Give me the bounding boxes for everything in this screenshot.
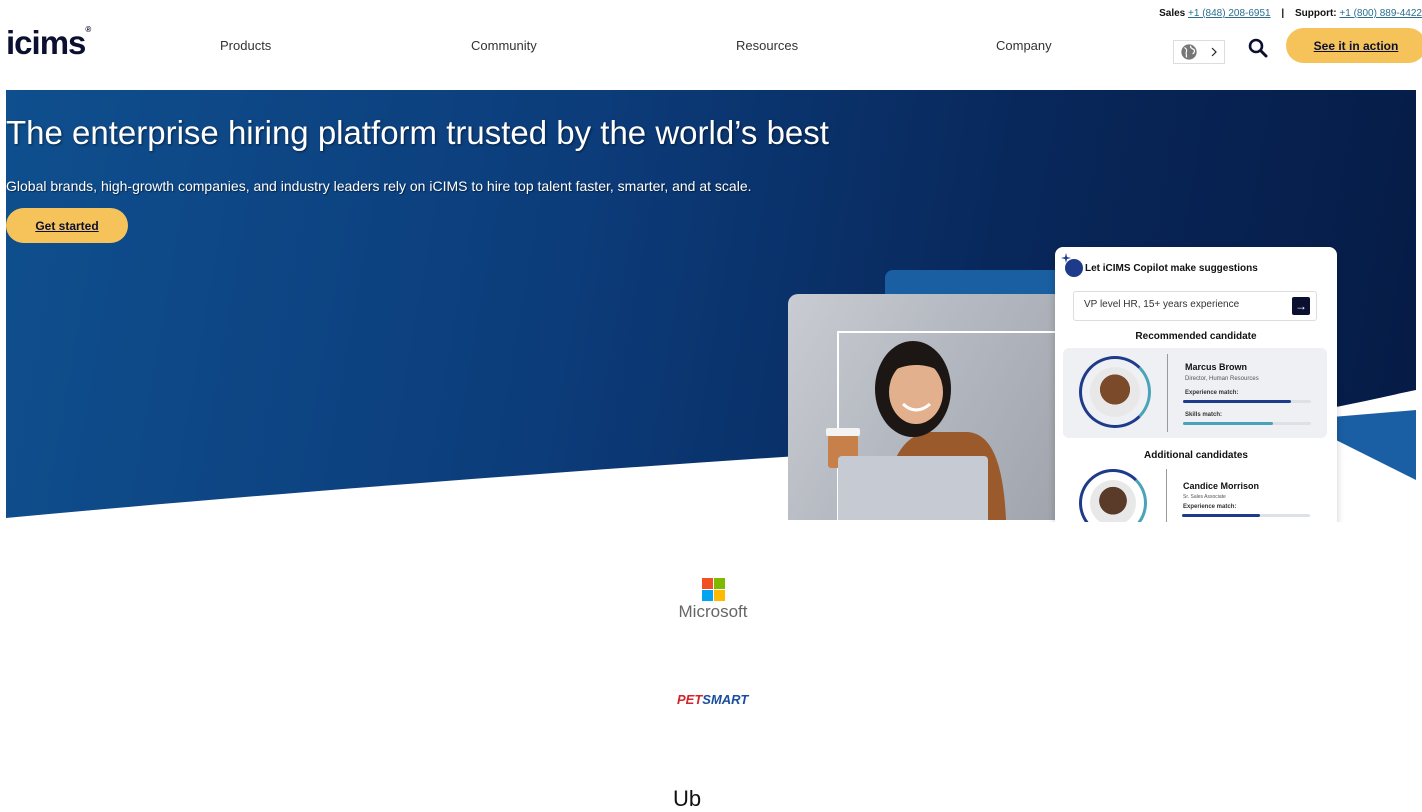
avatar — [1090, 480, 1136, 522]
recommended-candidate-card[interactable]: Marcus Brown Director, Human Resources E… — [1063, 348, 1327, 438]
candidate-role: Director, Human Resources — [1185, 376, 1259, 382]
copilot-heading: Let iCIMS Copilot make suggestions — [1085, 263, 1258, 274]
skills-match-bar — [1183, 422, 1311, 425]
language-selector[interactable] — [1173, 40, 1225, 64]
experience-match-label: Experience match: — [1185, 390, 1239, 396]
hero-photo — [788, 294, 1078, 520]
hero-title: The enterprise hiring platform trusted b… — [6, 114, 829, 151]
microsoft-logo: Microsoft — [673, 578, 753, 622]
nav-company[interactable]: Company — [996, 38, 1052, 53]
candidate-name: Candice Morrison — [1183, 481, 1260, 491]
nav-resources[interactable]: Resources — [736, 38, 798, 53]
woman-with-laptop-illustration — [826, 331, 1078, 520]
candidate-role: Sr. Sales Associate — [1183, 494, 1226, 500]
candidate-name: Marcus Brown — [1185, 362, 1248, 372]
search-icon — [1248, 38, 1268, 58]
experience-match-bar — [1183, 400, 1311, 403]
copilot-card: Let iCIMS Copilot make suggestions VP le… — [1055, 247, 1337, 522]
search-button[interactable] — [1248, 38, 1270, 60]
additional-heading: Additional candidates — [1144, 450, 1248, 461]
experience-match-bar — [1182, 514, 1310, 517]
petsmart-logo: PETSMART — [677, 692, 748, 707]
microsoft-wordmark: Microsoft — [678, 602, 748, 621]
chevron-right-icon — [1211, 47, 1217, 57]
logo-text: icims — [6, 24, 86, 61]
support-phone-link[interactable]: +1 (800) 889-4422 — [1339, 8, 1422, 19]
nav-products[interactable]: Products — [220, 38, 271, 53]
avatar — [1090, 367, 1140, 417]
see-it-in-action-button[interactable]: See it in action — [1286, 28, 1422, 63]
sales-phone-link[interactable]: +1 (848) 208-6951 — [1188, 8, 1271, 19]
next-section-heading-peek: Ub — [673, 786, 702, 811]
petsmart-smart: SMART — [702, 692, 749, 707]
experience-match-label: Experience match: — [1183, 504, 1237, 510]
get-started-button[interactable]: Get started — [6, 208, 128, 243]
support-label: Support: — [1294, 8, 1337, 19]
microsoft-windows-icon — [701, 578, 725, 601]
experience-match-fill — [1182, 514, 1261, 517]
copilot-query-text: VP level HR, 15+ years experience — [1084, 299, 1240, 310]
divider — [1166, 469, 1167, 522]
utility-separator: | — [1281, 8, 1285, 19]
sales-label: Sales — [1159, 8, 1186, 19]
skills-match-label: Skills match: — [1185, 412, 1223, 418]
divider — [1167, 354, 1168, 432]
arrow-right-icon[interactable]: → — [1292, 297, 1310, 315]
copilot-query-field[interactable]: VP level HR, 15+ years experience → — [1073, 291, 1317, 321]
globe-icon — [1181, 44, 1197, 60]
nav-community[interactable]: Community — [471, 38, 537, 53]
recommended-heading: Recommended candidate — [1135, 331, 1257, 342]
skills-match-fill — [1183, 422, 1273, 425]
sparkle-icon — [1061, 253, 1071, 263]
icims-logo[interactable]: icims® — [6, 24, 91, 61]
petsmart-pet: PET — [677, 692, 703, 707]
hero-subtitle: Global brands, high-growth companies, an… — [6, 178, 752, 194]
hero-section: The enterprise hiring platform trusted b… — [6, 90, 1416, 522]
experience-match-fill — [1183, 400, 1291, 403]
utility-bar: Sales +1 (848) 208-6951 | Support: +1 (8… — [1159, 8, 1422, 19]
